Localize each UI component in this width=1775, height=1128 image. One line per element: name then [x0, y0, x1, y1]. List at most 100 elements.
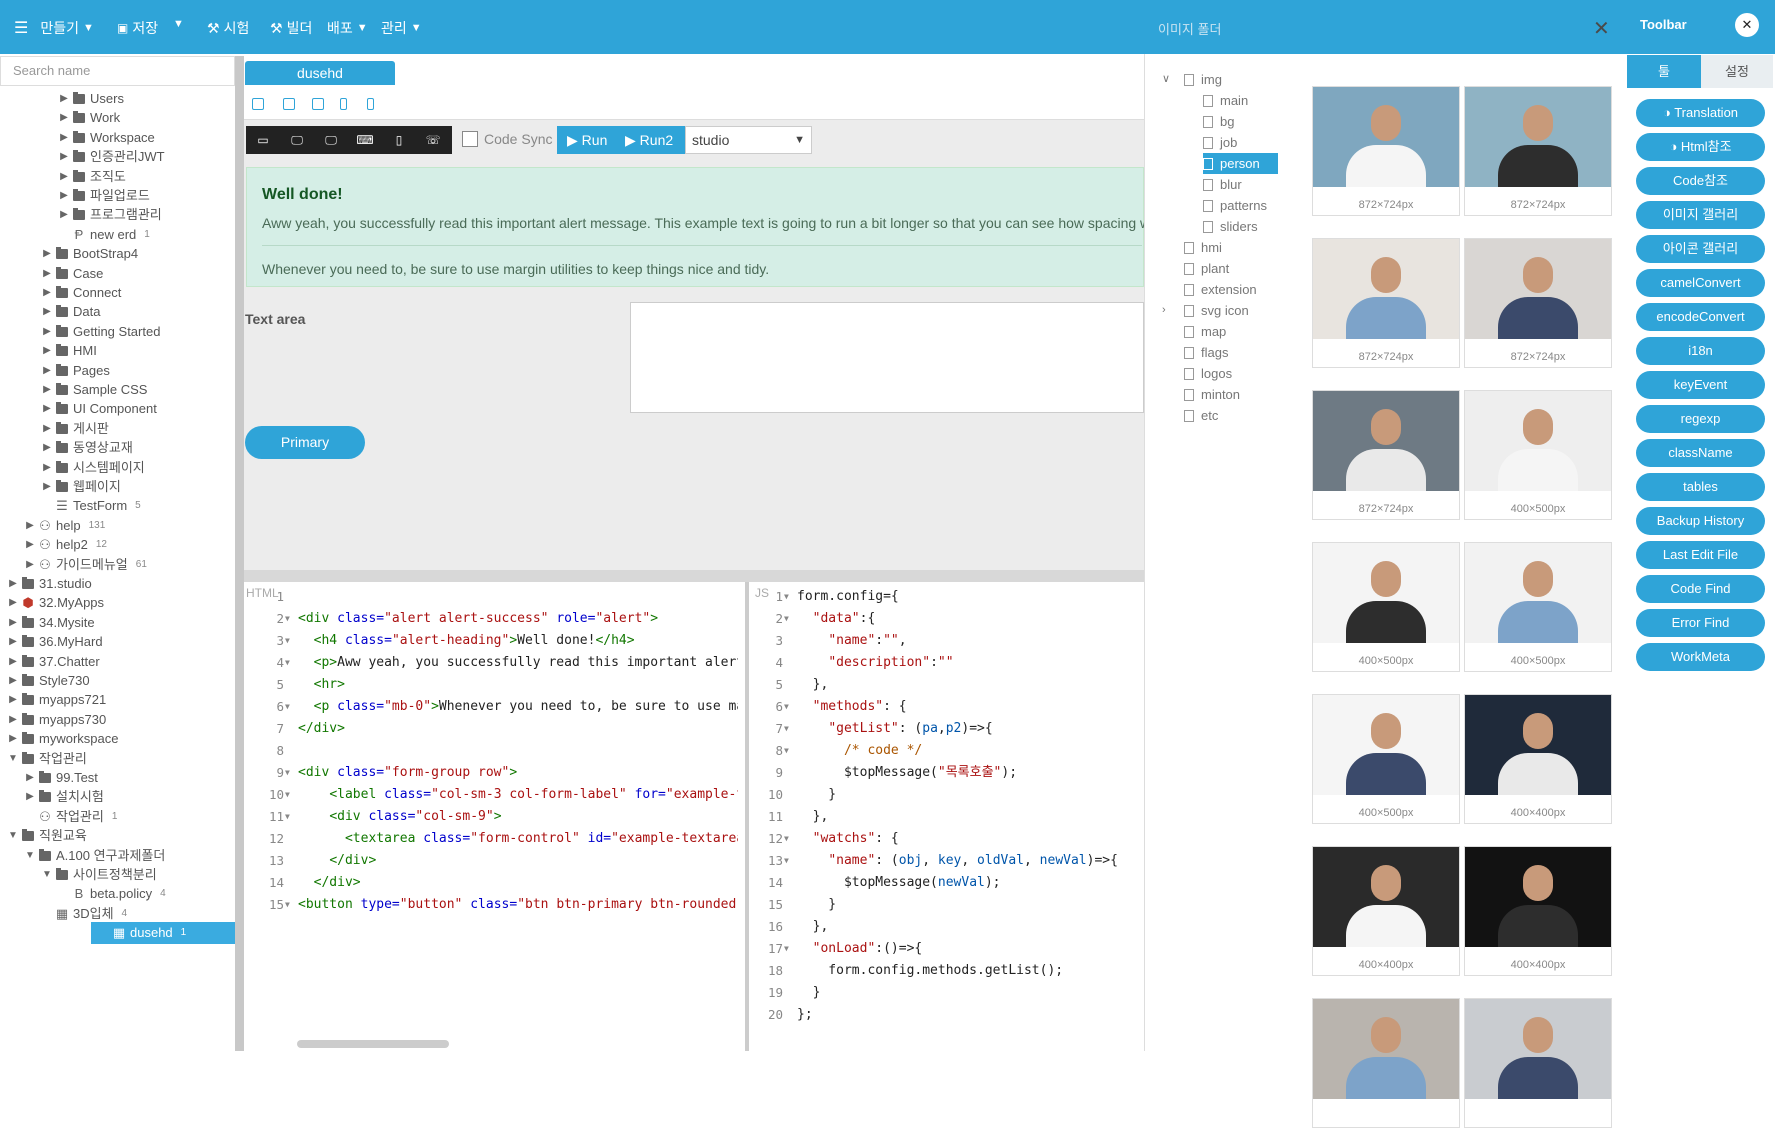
folder-tree-item[interactable]: bg — [1203, 111, 1234, 132]
toolbar-button[interactable]: Code참조 — [1636, 167, 1765, 195]
chevron-right-icon[interactable]: › — [1162, 300, 1166, 321]
toolbar-button[interactable]: Error Find — [1636, 609, 1765, 637]
toolbar-button[interactable]: keyEvent — [1636, 371, 1765, 399]
toolbar-button[interactable]: className — [1636, 439, 1765, 467]
folder-tree-item[interactable]: minton — [1184, 384, 1240, 405]
fold-icon[interactable]: ▼ — [285, 762, 295, 784]
image-thumbnail[interactable]: 400×400px — [1312, 846, 1460, 976]
desktop-wide-icon[interactable]: ▭ — [246, 126, 280, 154]
fold-icon[interactable]: ▼ — [784, 938, 794, 960]
folder-tree-item[interactable]: person — [1203, 153, 1278, 174]
folder-tree-item[interactable]: sliders — [1203, 216, 1258, 237]
html-editor-scrollbar[interactable] — [297, 1040, 449, 1048]
menu-builder[interactable]: ⚒ 빌더 — [270, 18, 312, 38]
js-code-editor[interactable]: JS 1 ▼ 2 ▼ 3 4 5 6 ▼ 7 ▼ 8 ▼ 9 10 11 12 ▼ 13 ▼ 14 15 16 17 ▼ 18 19… — [753, 582, 1144, 1051]
checkbox-icon[interactable] — [462, 131, 478, 147]
toolbar-button[interactable]: camelConvert — [1636, 269, 1765, 297]
folder-tree-item[interactable]: job — [1203, 132, 1237, 153]
toolbar-button[interactable]: Code Find — [1636, 575, 1765, 603]
toolbar-button[interactable]: i18n — [1636, 337, 1765, 365]
menu-create[interactable]: ☰ 만들기 ▼ — [14, 18, 94, 38]
chevron-down-icon[interactable]: ∨ — [1162, 69, 1170, 90]
image-thumbnail[interactable]: 400×500px — [1464, 542, 1612, 672]
fold-icon[interactable]: ▼ — [285, 806, 295, 828]
folder-tree-item[interactable]: map — [1184, 321, 1226, 342]
fold-icon[interactable]: ▼ — [784, 828, 794, 850]
phone-icon[interactable]: ☏ — [416, 126, 450, 154]
image-thumbnail[interactable]: 400×500px — [1312, 542, 1460, 672]
search-input[interactable]: Search name — [0, 56, 235, 86]
image-thumbnail[interactable]: 872×724px — [1312, 390, 1460, 520]
tree-item[interactable]: ▦ dusehd 1 — [91, 922, 235, 945]
fold-icon[interactable]: ▼ — [784, 586, 794, 608]
folder-tree-item[interactable]: patterns — [1203, 195, 1267, 216]
menu-save-dropdown[interactable]: ▼ — [173, 18, 184, 30]
tab-tools[interactable]: 툴 — [1627, 55, 1701, 88]
folder-tree-item[interactable]: flags — [1184, 342, 1228, 363]
grid-layout-icon[interactable] — [252, 98, 264, 110]
toolbar-button[interactable]: ◑ Translation — [1636, 99, 1765, 127]
folder-tree-item[interactable]: main — [1203, 90, 1248, 111]
run2-button[interactable]: ▶ Run2 — [619, 126, 685, 154]
mobile-alt-layout-icon[interactable] — [367, 98, 374, 110]
tab-settings[interactable]: 설정 — [1701, 55, 1773, 88]
toolbar-button[interactable]: ◑ Html참조 — [1636, 133, 1765, 161]
fold-icon[interactable]: ▼ — [784, 740, 794, 762]
toolbar-button[interactable]: Last Edit File — [1636, 541, 1765, 569]
folder-tree-item[interactable]: extension — [1184, 279, 1257, 300]
folder-tree-item[interactable]: blur — [1203, 174, 1242, 195]
fold-icon[interactable]: ▼ — [285, 608, 295, 630]
code-sync-toggle[interactable]: Code Sync — [462, 131, 552, 147]
folder-tree-item[interactable]: ∨ img — [1162, 69, 1222, 90]
menu-test[interactable]: ⚒ 시험 — [207, 18, 249, 38]
toolbar-button[interactable]: 이미지 갤러리 — [1636, 201, 1765, 229]
primary-button[interactable]: Primary — [245, 426, 365, 459]
fold-icon[interactable]: ▼ — [285, 630, 295, 652]
laptop-icon[interactable]: ⌨ — [348, 126, 382, 154]
toolbar-button[interactable]: WorkMeta — [1636, 643, 1765, 671]
menu-manage[interactable]: 관리 ▼ — [381, 18, 422, 38]
tab-dusehd[interactable]: dusehd — [245, 61, 395, 85]
image-thumbnail[interactable]: 872×724px — [1312, 86, 1460, 216]
folder-tree-item[interactable]: etc — [1184, 405, 1218, 426]
fold-icon[interactable]: ▼ — [784, 696, 794, 718]
mobile-layout-icon[interactable] — [340, 98, 347, 110]
fold-icon[interactable]: ▼ — [784, 718, 794, 740]
image-thumbnail[interactable]: 872×724px — [1312, 238, 1460, 368]
image-thumbnail[interactable]: 400×500px — [1464, 390, 1612, 520]
image-thumbnail[interactable]: 872×724px — [1464, 86, 1612, 216]
save-layout-icon[interactable] — [283, 98, 295, 110]
close-icon[interactable]: ✕ — [1735, 13, 1759, 37]
tablet-icon[interactable]: ▯ — [382, 126, 416, 154]
image-thumbnail[interactable]: 872×724px — [1464, 238, 1612, 368]
image-layout-icon[interactable] — [312, 98, 324, 110]
toolbar-button[interactable]: encodeConvert — [1636, 303, 1765, 331]
image-thumbnail[interactable] — [1312, 998, 1460, 1128]
monitor-large-icon[interactable]: 🖵 — [314, 126, 348, 154]
fold-icon[interactable]: ▼ — [784, 850, 794, 872]
example-textarea[interactable] — [630, 302, 1144, 413]
folder-tree-item[interactable]: hmi — [1184, 237, 1222, 258]
menu-save[interactable]: ▣ 저장 — [117, 18, 158, 38]
toolbar-button[interactable]: regexp — [1636, 405, 1765, 433]
fold-icon[interactable]: ▼ — [285, 784, 295, 806]
image-thumbnail[interactable]: 400×400px — [1464, 846, 1612, 976]
preview-resize-bar[interactable] — [244, 570, 1144, 582]
html-code-editor[interactable]: HTML 1 2 ▼ 3 ▼ 4 ▼ 5 6 ▼ 7 8 9 ▼ 10 ▼ 11 ▼ 12 13 14 15 ▼ <div … — [244, 582, 749, 1051]
toolbar-button[interactable]: 아이콘 갤러리 — [1636, 235, 1765, 263]
folder-tree-item[interactable]: › svg icon — [1162, 300, 1249, 321]
image-thumbnail[interactable]: 400×500px — [1312, 694, 1460, 824]
folder-tree-item[interactable]: plant — [1184, 258, 1229, 279]
fold-icon[interactable]: ▼ — [285, 696, 295, 718]
folder-tree-item[interactable]: logos — [1184, 363, 1232, 384]
close-icon[interactable]: ✕ — [1593, 16, 1610, 41]
monitor-icon[interactable]: 🖵 — [280, 126, 314, 154]
fold-icon[interactable]: ▼ — [285, 652, 295, 674]
run-button[interactable]: ▶ Run — [557, 126, 619, 154]
toolbar-button[interactable]: Backup History — [1636, 507, 1765, 535]
menu-deploy[interactable]: 배포 ▼ — [327, 18, 368, 38]
image-thumbnail[interactable] — [1464, 998, 1612, 1128]
image-thumbnail[interactable]: 400×400px — [1464, 694, 1612, 824]
fold-icon[interactable]: ▼ — [285, 894, 295, 916]
fold-icon[interactable]: ▼ — [784, 608, 794, 630]
